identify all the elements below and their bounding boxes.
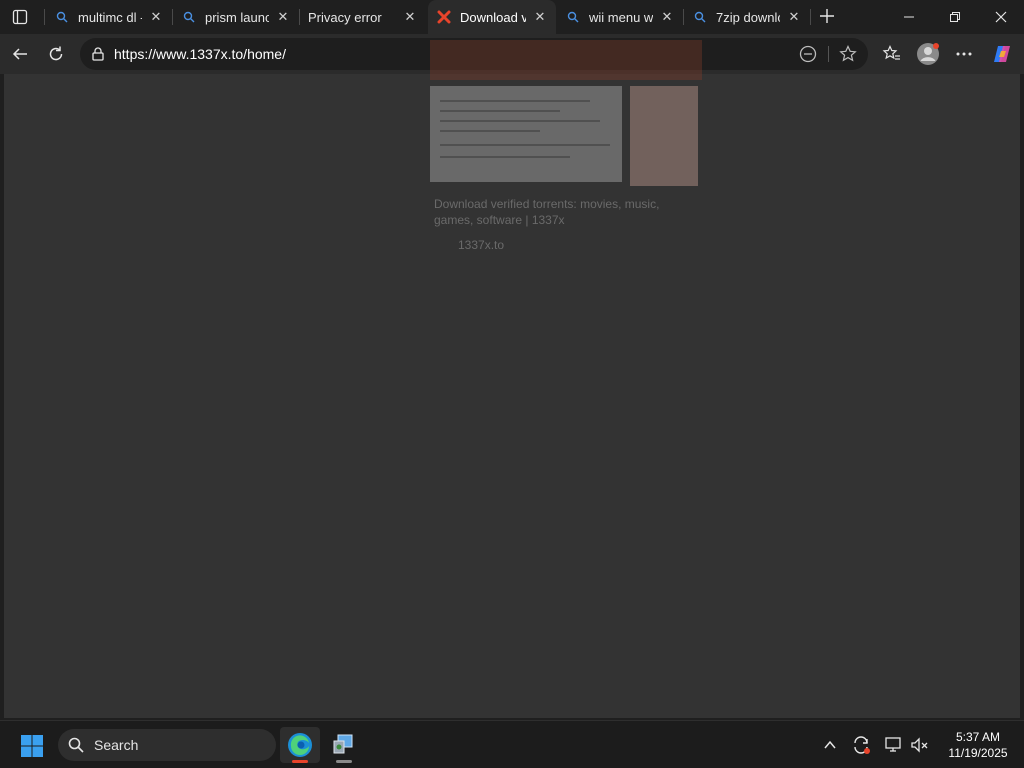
close-window-button[interactable] (978, 0, 1024, 34)
volume-muted-icon (911, 737, 928, 753)
favorites-button[interactable] (880, 42, 904, 66)
tab-title: 7zip downlo (716, 9, 780, 25)
tab-title: Privacy error (308, 9, 382, 25)
tab-title: Download v (460, 9, 526, 25)
tab-actions-button[interactable] (8, 6, 32, 28)
close-icon (995, 11, 1007, 23)
close-icon[interactable]: ✕ (275, 9, 291, 25)
avatar-icon (917, 43, 939, 65)
1337x-favicon-icon (436, 9, 452, 25)
plus-icon (820, 9, 834, 23)
tab-hover-preview (430, 40, 702, 260)
close-icon[interactable]: ✕ (786, 9, 802, 25)
taskbar-app-control-panel[interactable] (324, 727, 364, 763)
tab-multimc[interactable]: multimc dl - ✕ (46, 0, 172, 34)
clock-date: 11/19/2025 (948, 746, 1008, 760)
more-dots-icon (956, 52, 972, 56)
minimize-icon (904, 16, 914, 18)
refresh-button[interactable] (42, 40, 70, 68)
sync-icon (854, 736, 870, 754)
tab-actions-icon (12, 9, 28, 25)
active-indicator (292, 760, 308, 763)
start-button[interactable] (20, 734, 43, 757)
settings-menu-button[interactable] (952, 42, 976, 66)
preview-header (430, 40, 702, 80)
preview-thumbnail (430, 86, 622, 182)
restore-icon (950, 12, 960, 22)
back-arrow-icon (12, 48, 27, 60)
edge-icon (288, 733, 312, 757)
copilot-button[interactable] (990, 42, 1014, 66)
url-text[interactable]: https://www.1337x.to/home/ (114, 46, 286, 62)
running-indicator (336, 760, 352, 763)
favorites-icon (882, 45, 900, 60)
refresh-icon (49, 46, 63, 61)
minimize-button[interactable] (886, 0, 932, 34)
search-icon (181, 9, 197, 25)
preview-description: Download verified torrents: movies, musi… (434, 197, 660, 227)
site-info-icon[interactable] (90, 46, 106, 62)
windows-logo-icon (21, 735, 43, 757)
clock[interactable]: 5:37 AM 11/19/2025 (938, 729, 1018, 761)
taskbar: Search 5:37 AM 11/19/2025 (0, 720, 1024, 768)
tab-7zip[interactable]: 7zip downlo ✕ (684, 0, 810, 34)
volume-tray-button[interactable] (910, 735, 930, 755)
preview-domain: 1337x.to (458, 238, 505, 252)
search-icon (692, 9, 708, 25)
search-icon (68, 737, 84, 753)
profile-button[interactable] (916, 42, 940, 66)
clock-time: 5:37 AM (955, 730, 1001, 744)
tab-privacy-error[interactable]: Privacy error ✕ (300, 0, 426, 34)
page-content[interactable]: Download verified torrents: movies, musi… (4, 40, 1020, 718)
back-button[interactable] (6, 40, 34, 68)
tab-title: multimc dl - (78, 9, 142, 25)
tab-download[interactable]: Download v ✕ (428, 0, 556, 34)
tab-strip: multimc dl - ✕ prism launch ✕ Privacy er… (0, 0, 1024, 34)
close-icon[interactable]: ✕ (659, 9, 675, 25)
search-placeholder: Search (94, 737, 139, 753)
close-icon[interactable]: ✕ (532, 9, 548, 25)
search-icon (565, 9, 581, 25)
show-hidden-icons-button[interactable] (820, 735, 840, 755)
tab-prism[interactable]: prism launch ✕ (173, 0, 299, 34)
close-icon[interactable]: ✕ (402, 9, 418, 25)
network-tray-button[interactable] (884, 735, 904, 755)
taskbar-search[interactable]: Search (58, 729, 276, 761)
divider (828, 46, 829, 62)
control-panel-icon (333, 734, 353, 754)
network-icon (885, 737, 901, 752)
search-icon (54, 9, 70, 25)
restore-button[interactable] (932, 0, 978, 34)
reading-view-icon[interactable] (798, 44, 818, 64)
taskbar-app-edge[interactable] (280, 727, 320, 763)
tab-wii-menu[interactable]: wii menu wa ✕ (557, 0, 683, 34)
tab-title: prism launch (205, 9, 269, 25)
sync-tray-button[interactable] (851, 735, 871, 755)
chevron-up-icon (824, 740, 836, 749)
favorite-star-icon[interactable] (838, 44, 858, 64)
tab-title: wii menu wa (589, 9, 653, 25)
preview-sidebar (630, 86, 698, 186)
copilot-icon (994, 46, 1010, 62)
close-icon[interactable]: ✕ (148, 9, 164, 25)
new-tab-button[interactable] (815, 4, 839, 28)
